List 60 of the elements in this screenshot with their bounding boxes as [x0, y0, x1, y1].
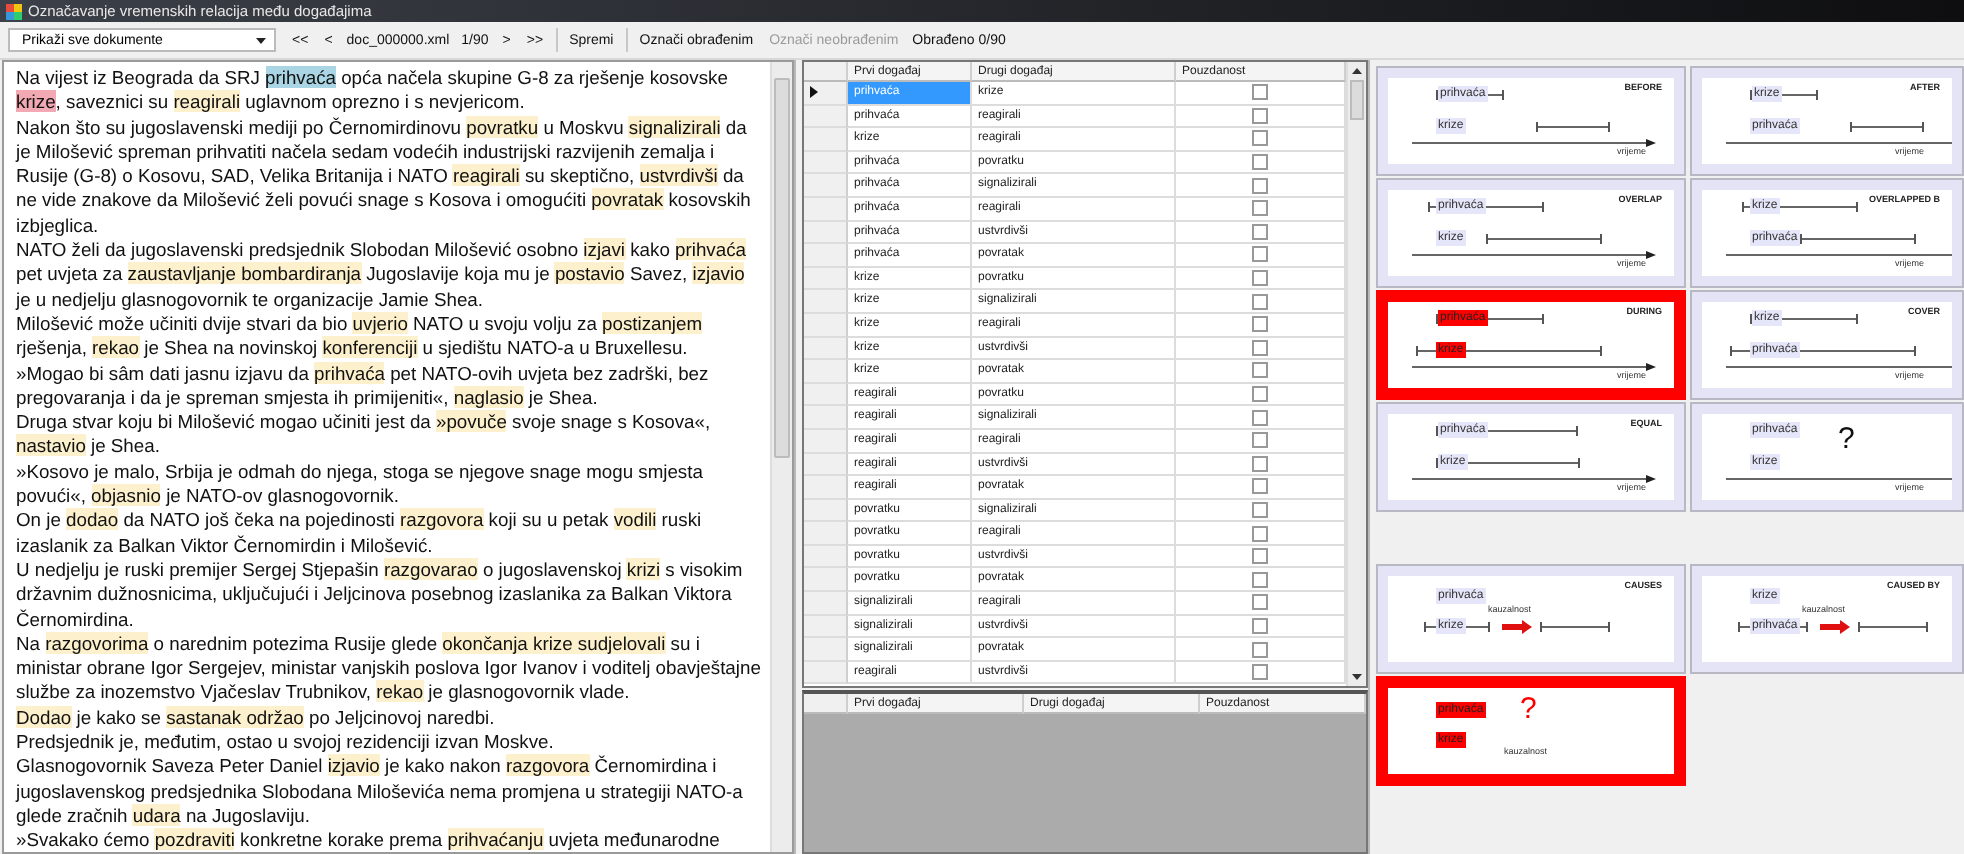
text-paragraph: NATO želi da jugoslavenski predsjednik Slobodan Milošević osobno izjavi kako prihvaća pet uvjeta za zaustavljanje bombardiranja Jugoslavije koja mu je postavio Savez, izjavio je u nedjelju glasnogovornik te organizacije Jamie Shea. — [16, 238, 748, 312]
text-paragraph: Milošević može učiniti dvije stvari da bio uvjerio NATO u svoju volju za postizanjem rješenja, rekao je Shea na novinskoj konferenciji u sjedištu NATO-a u Bruxellesu. — [16, 311, 705, 362]
checkbox[interactable] — [1252, 270, 1268, 287]
unknown-mark: ? — [1838, 424, 1855, 456]
text-paragraph: »Svakako ćemo pozdraviti konkretne korake prema prihvaćanju uvjeta međunarodne — [16, 828, 722, 852]
scroll-down-icon[interactable] — [1352, 674, 1362, 680]
app-icon — [6, 3, 22, 19]
checkbox[interactable] — [1252, 177, 1268, 194]
checkbox[interactable] — [1252, 339, 1268, 356]
current-row-icon — [810, 86, 818, 99]
scroll-up-icon[interactable] — [1352, 68, 1362, 74]
text-paragraph: Na razgovorima o narednim potezima Rusije glede okončanja krize sudjelovali su i ministar obrane Igor Sergejev, ministar vanjskih poslova Igor Ivanov i voditelj obavještajne službe za inozemstvo Vjačeslav Trubnikov, rekao je glasnogovornik vlade. — [16, 631, 762, 706]
checkbox[interactable] — [1252, 455, 1268, 472]
checkbox[interactable] — [1252, 571, 1268, 588]
checkbox[interactable] — [1252, 107, 1268, 124]
checkbox[interactable] — [1252, 362, 1268, 379]
checkbox[interactable] — [1252, 223, 1268, 240]
checkbox[interactable] — [1252, 200, 1268, 217]
checkbox[interactable] — [1252, 525, 1268, 542]
checkbox[interactable] — [1252, 293, 1268, 310]
checkbox[interactable] — [1252, 641, 1268, 658]
checkbox[interactable] — [1252, 130, 1268, 147]
checkbox[interactable] — [1252, 664, 1268, 681]
text-paragraph: On je dodao da NATO još čeka na pojedinosti razgovora koji su u petak vodili ruski izaslanik za Balkan Viktor Černomirdin i Milošević. — [16, 508, 704, 558]
text-paragraph: »Kosovo je malo, Srbija je odmah do njega, stoga se njegove snage mogu smjesta povući«, objasnio je NATO-ov glasnogovornik. — [16, 459, 705, 509]
causal-arrow — [1502, 620, 1532, 634]
checkbox[interactable] — [1252, 501, 1268, 518]
scroll-thumb[interactable] — [774, 78, 790, 458]
interval-line — [1486, 230, 1602, 246]
scrollbar[interactable] — [1346, 62, 1366, 686]
checkbox[interactable] — [1252, 617, 1268, 634]
checkbox[interactable] — [1252, 478, 1268, 495]
text-paragraph: Nakon što su jugoslavenski mediji po Černomirdinovu povratku u Moskvu signalizirali da je Milošević spreman prihvatiti načela sedam vodećih industrijski razvijenih zemalja i Rusije (G-8) o Kosovu, SAD, Velika Britanija i NATO reagirali su skeptično, ustvrdivši da ne vide znakove da Milošević želi povući snage s Kosova i omogućiti povratak kosovskih izbjeglica. — [16, 115, 753, 239]
checkbox[interactable] — [1252, 246, 1268, 263]
checkbox[interactable] — [1252, 84, 1268, 101]
text-paragraph: Dodao je kako se sastanak održao po Jeljcinovoj naredbi. — [16, 705, 497, 731]
checkbox[interactable] — [1252, 386, 1268, 403]
interval-line — [1536, 118, 1610, 134]
interval-line — [1800, 230, 1916, 246]
unknown-mark: ? — [1520, 694, 1537, 726]
interval-line — [1540, 618, 1610, 634]
checkbox[interactable] — [1252, 154, 1268, 171]
interval-line — [1858, 618, 1928, 634]
scroll-thumb[interactable] — [1350, 80, 1364, 120]
interval-line — [1850, 118, 1924, 134]
checkbox[interactable] — [1252, 316, 1268, 333]
text-paragraph: Predsjednik je, međutim, ostao u svojoj rezidenciji izvan Moskve. — [16, 730, 556, 755]
checkbox[interactable] — [1252, 594, 1268, 611]
text-paragraph: Druga stvar koju bi Milošević mogao učiniti jest da »povuče svoje snage s Kosova«, nastavio je Shea. — [16, 410, 713, 460]
checkbox[interactable] — [1252, 409, 1268, 426]
causal-arrow — [1820, 620, 1850, 634]
text-paragraph: Glasnogovornik Saveza Peter Daniel izjavio je kako nakon razgovora Černomirdina i jugoslavenskog predsjednika Slobodana Miloševića nema promjena u strategiji NATO-a glede zračnih udara na Jugoslaviju. — [16, 754, 745, 829]
caret-icon — [256, 37, 266, 43]
scrollbar[interactable] — [770, 62, 792, 852]
row-header[interactable] — [804, 82, 848, 106]
checkbox[interactable] — [1252, 548, 1268, 565]
checkbox[interactable] — [1252, 432, 1268, 449]
text-paragraph: »Mogao bi sâm dati jasnu izjavu da prihvaća pet NATO-ovih uvjeta bez zadrški, bez pregovaranja i da je spreman smjesta ih primijeniti«, naglasio je Shea. — [16, 361, 711, 411]
text-paragraph: Na vijest iz Beograda da SRJ prihvaća opća načela skupine G-8 za rješenje kosovske krize, saveznici su reagirali uglavnom oprezno i s nevjericom. — [16, 66, 730, 116]
text-paragraph: U nedjelju je ruski premijer Sergej Stjepašin razgovarao o jugoslavenskoj krizi s visokim državnim dužnosnicima, uključujući i Jeljcinova posebnog izaslanika za Balkan Viktora Černomirdina. — [16, 557, 745, 632]
